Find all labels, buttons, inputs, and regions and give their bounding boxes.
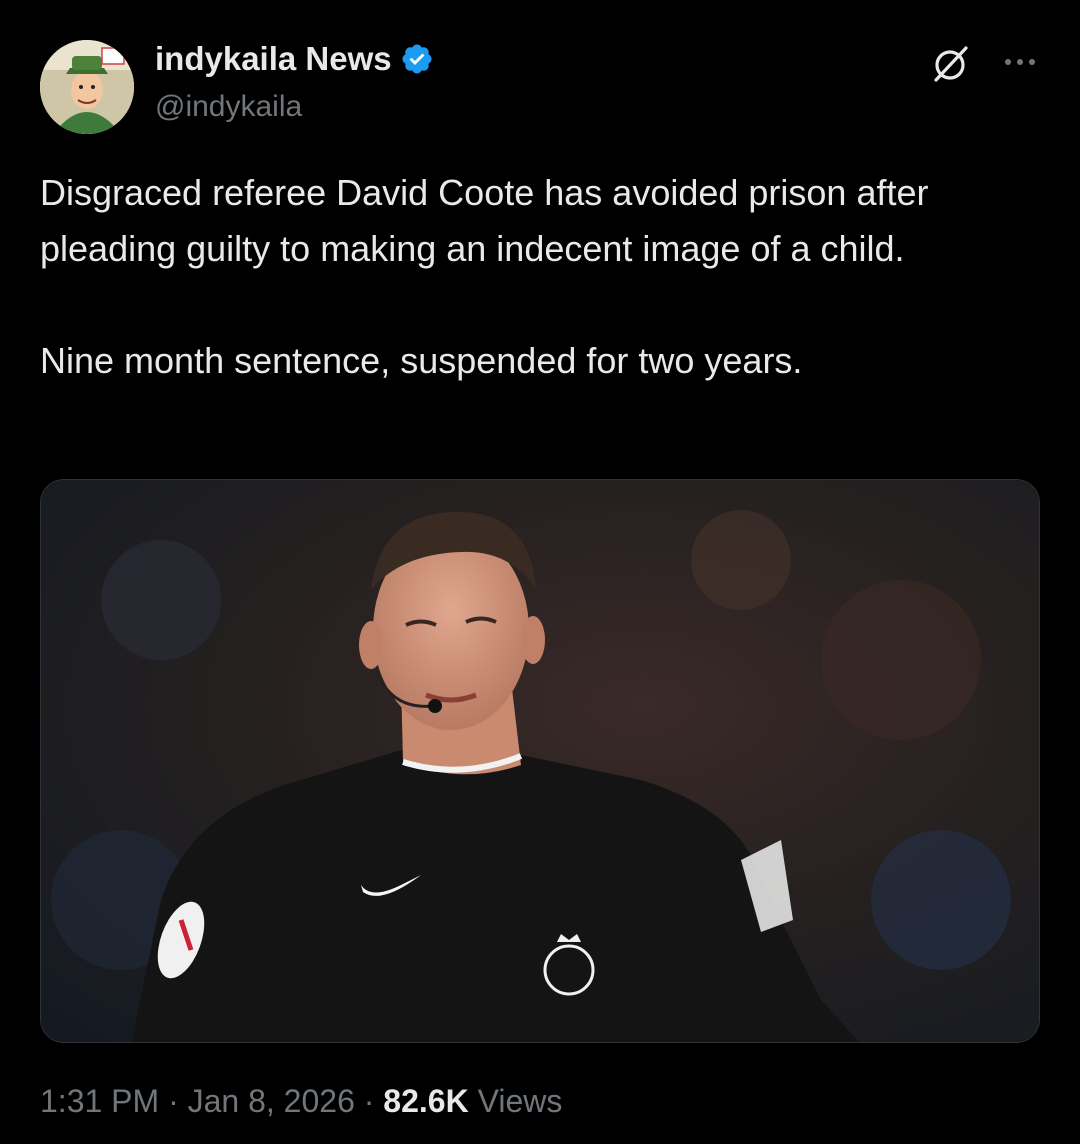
tweet-text: Disgraced referee David Coote has avoide… <box>40 165 1040 389</box>
author-handle[interactable]: @indykaila <box>155 90 302 124</box>
tweet-date[interactable]: Jan 8, 2026 <box>188 1083 355 1119</box>
tweet-media-photo[interactable] <box>40 479 1040 1043</box>
avatar-illustration-icon <box>40 40 134 134</box>
verified-badge-icon[interactable] <box>400 42 434 76</box>
tweet-paragraph: Nine month sentence, suspended for two y… <box>40 340 803 381</box>
meta-separator: · <box>363 1083 375 1119</box>
meta-separator: · <box>168 1083 179 1119</box>
views-label: Views <box>477 1083 563 1119</box>
author-avatar[interactable] <box>40 40 134 134</box>
grok-icon[interactable] <box>928 42 972 86</box>
referee-photo <box>41 480 1039 1042</box>
author-name-row[interactable]: indykaila News <box>155 40 434 78</box>
tweet-paragraph: Disgraced referee David Coote has avoide… <box>40 172 929 269</box>
views-count: 82.6K <box>383 1083 469 1119</box>
tweet-meta: 1:31 PM · Jan 8, 2026 · 82.6K Views <box>40 1083 562 1120</box>
tweet-time[interactable]: 1:31 PM <box>40 1083 159 1119</box>
more-options-icon[interactable] <box>1002 52 1038 72</box>
author-display-name[interactable]: indykaila News <box>155 40 392 78</box>
